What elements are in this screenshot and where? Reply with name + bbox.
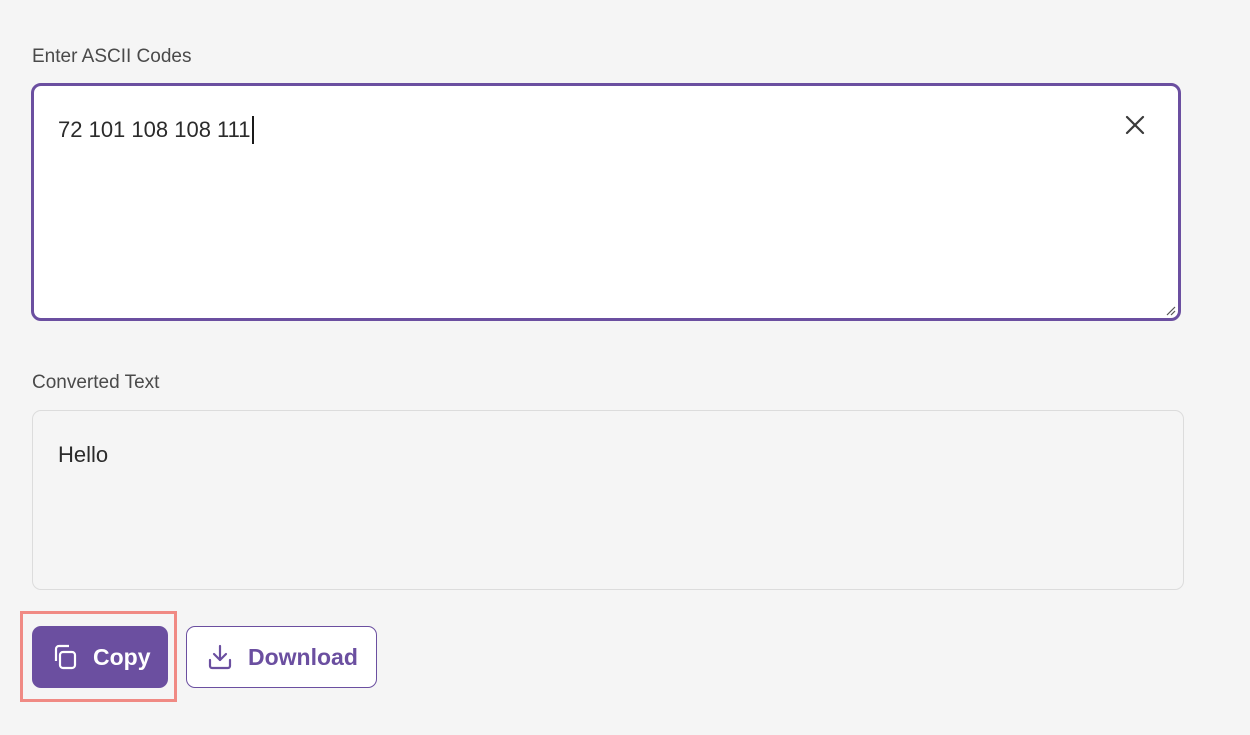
input-value: 72 101 108 108 111: [58, 117, 251, 142]
download-button[interactable]: Download: [186, 626, 377, 688]
copy-button-label: Copy: [93, 643, 151, 670]
output-label: Converted Text: [32, 372, 160, 393]
ascii-codes-input-text[interactable]: 72 101 108 108 111: [58, 116, 255, 144]
download-icon: [206, 643, 234, 671]
ascii-codes-textarea[interactable]: 72 101 108 108 111: [31, 83, 1181, 321]
close-icon: [1125, 115, 1145, 135]
text-caret: [252, 116, 255, 144]
copy-icon: [51, 643, 79, 671]
input-label: Enter ASCII Codes: [32, 46, 192, 67]
download-button-label: Download: [248, 643, 358, 670]
clear-input-button[interactable]: [1118, 108, 1152, 142]
converted-text-output: Hello: [32, 410, 1184, 590]
output-value: Hello: [58, 442, 109, 467]
resize-handle-icon[interactable]: [1164, 304, 1176, 316]
copy-button[interactable]: Copy: [32, 626, 168, 688]
